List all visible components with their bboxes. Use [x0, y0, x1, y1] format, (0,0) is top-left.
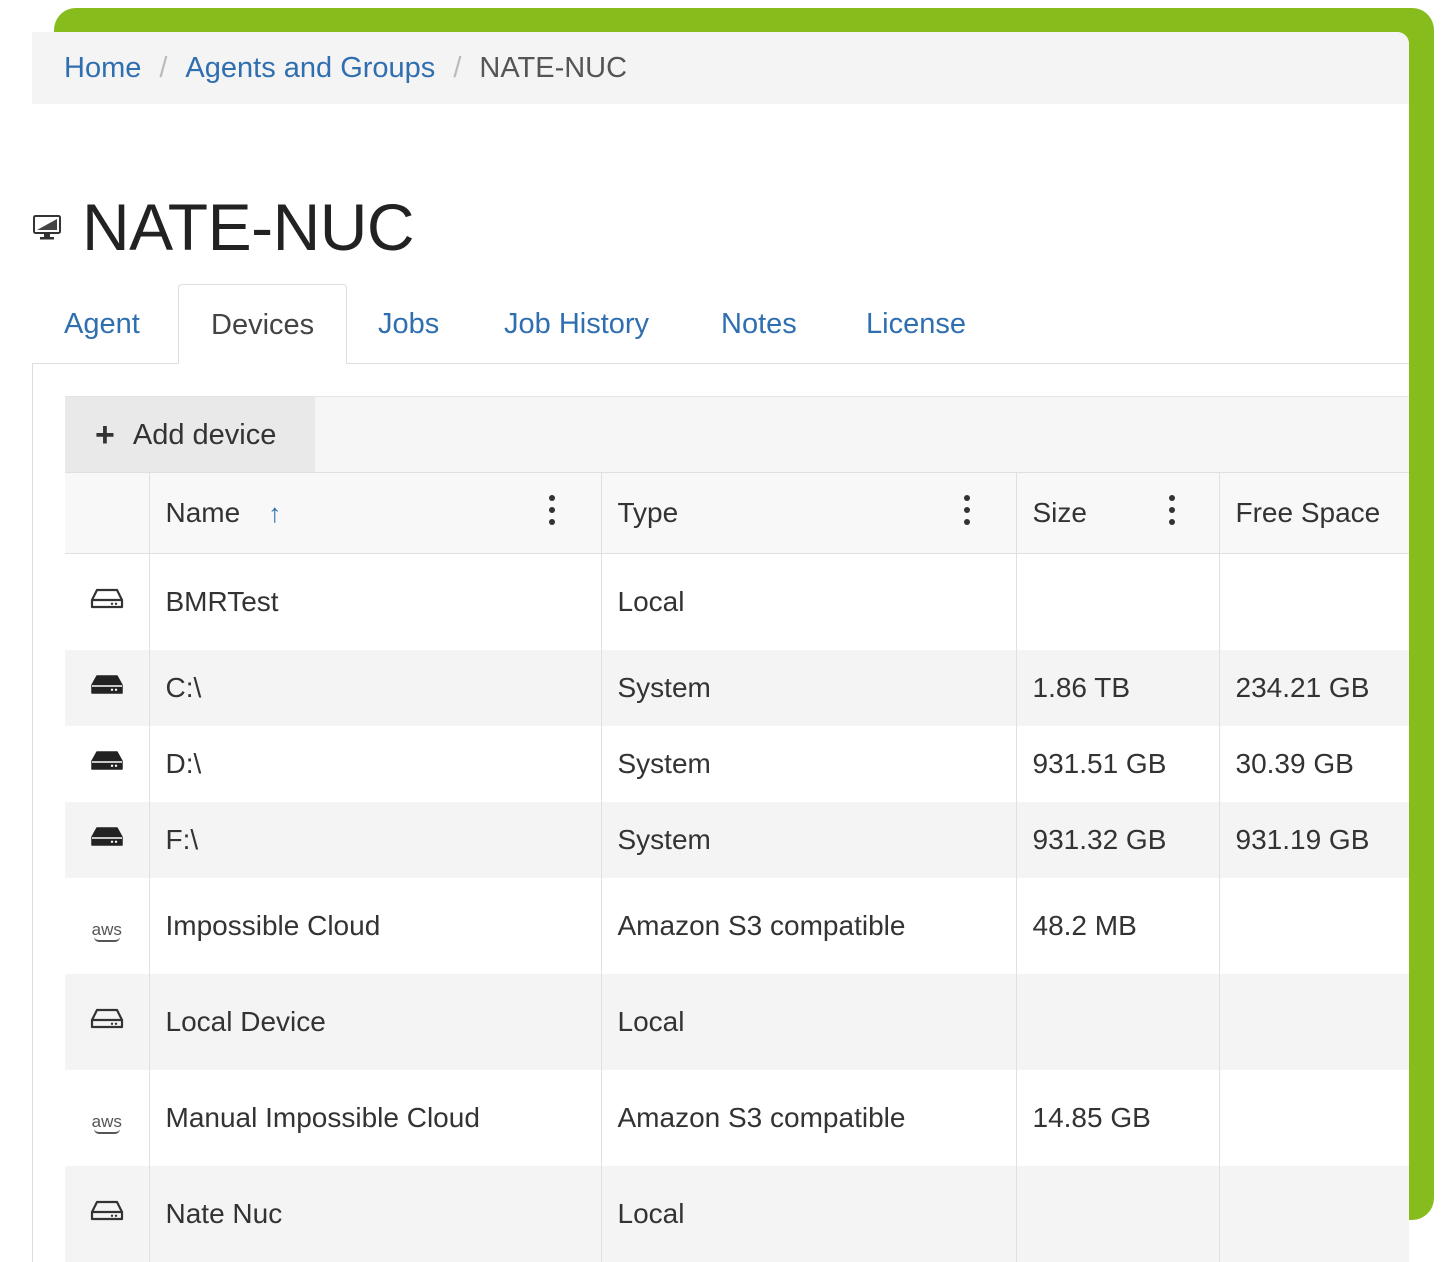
tab-license[interactable]: License — [866, 284, 966, 364]
device-free-space-cell: 931.19 GB — [1219, 802, 1409, 878]
device-free-space-cell — [1219, 974, 1409, 1070]
plus-icon: + — [95, 416, 115, 454]
breadcrumb-home[interactable]: Home — [64, 52, 141, 85]
device-size-cell: 1.86 TB — [1016, 650, 1220, 726]
device-icon-cell: aws — [65, 1070, 150, 1166]
breadcrumb-separator: / — [453, 51, 462, 84]
hdd-solid-icon — [89, 748, 125, 779]
device-free-space-cell — [1219, 878, 1409, 974]
tab-job-history[interactable]: Job History — [504, 284, 649, 364]
device-free-space-cell — [1219, 554, 1409, 651]
hdd-outline-icon — [89, 1198, 125, 1229]
device-type-cell: Amazon S3 compatible — [601, 878, 1017, 974]
column-header-size-label: Size — [1032, 497, 1087, 528]
device-type-cell: System — [601, 650, 1017, 726]
device-name-cell: Impossible Cloud — [149, 878, 602, 974]
device-size-cell: 931.51 GB — [1016, 726, 1220, 802]
tab-jobs[interactable]: Jobs — [378, 284, 439, 364]
breadcrumb-current: NATE-NUC — [479, 51, 628, 84]
hdd-outline-icon — [89, 586, 125, 617]
table-row[interactable]: D:\ System 931.51 GB 30.39 GB — [65, 726, 1409, 802]
tab-agent[interactable]: Agent — [64, 284, 140, 364]
breadcrumb-separator: / — [159, 51, 168, 84]
column-header-type[interactable]: Type — [601, 472, 1017, 554]
table-row[interactable]: BMRTest Local — [65, 553, 1409, 651]
column-header-name-label: Name — [165, 497, 241, 528]
device-name-cell: Local Device — [149, 974, 602, 1070]
table-header-row: Name ↑ Type Size Free Space — [65, 472, 1409, 554]
table-row[interactable]: F:\ System 931.32 GB 931.19 GB — [65, 802, 1409, 878]
device-free-space-cell — [1219, 1070, 1409, 1166]
table-row[interactable]: C:\ System 1.86 TB 234.21 GB — [65, 650, 1409, 726]
device-free-space-cell — [1219, 1166, 1409, 1262]
tab-notes[interactable]: Notes — [721, 284, 797, 364]
hdd-solid-icon — [89, 672, 125, 703]
device-name-cell: D:\ — [149, 726, 602, 802]
device-icon-cell — [65, 974, 150, 1070]
aws-icon: aws — [91, 920, 122, 942]
device-type-cell: Local — [601, 1166, 1017, 1262]
column-header-type-label: Type — [617, 497, 679, 528]
device-size-cell — [1016, 974, 1220, 1070]
column-menu-icon[interactable] — [1168, 495, 1175, 525]
hdd-solid-icon — [89, 824, 125, 855]
table-row[interactable]: Local Device Local — [65, 974, 1409, 1070]
add-device-button[interactable]: + Add device — [65, 397, 315, 473]
device-icon-cell — [65, 650, 150, 726]
table-row[interactable]: aws Impossible Cloud Amazon S3 compatible 4… — [65, 878, 1409, 974]
page-title: NATE-NUC — [82, 190, 415, 264]
device-type-cell: System — [601, 802, 1017, 878]
breadcrumb: Home / Agents and Groups / NATE-NUC — [32, 32, 1409, 104]
tab-bar: Agent Devices Jobs Job History Notes Lic… — [32, 284, 1409, 364]
device-name-cell: Manual Impossible Cloud — [149, 1070, 602, 1166]
table-row[interactable]: aws Manual Impossible Cloud Amazon S3 comp… — [65, 1070, 1409, 1166]
devices-table: Name ↑ Type Size Free Space BMRTest Loca… — [65, 472, 1409, 1262]
device-icon-cell — [65, 1166, 150, 1262]
devices-content: + Add device Name ↑ Type Size Free Space… — [32, 364, 1409, 1262]
computer-icon — [33, 215, 61, 240]
sort-ascending-icon[interactable]: ↑ — [268, 498, 281, 529]
device-type-cell: Local — [601, 553, 1017, 650]
device-size-cell — [1016, 1166, 1220, 1262]
device-name-cell: BMRTest — [149, 553, 602, 650]
main-panel: Home / Agents and Groups / NATE-NUC NATE… — [32, 32, 1409, 1262]
device-free-space-cell: 30.39 GB — [1235, 748, 1354, 779]
hdd-outline-icon — [89, 1006, 125, 1037]
column-header-free-space[interactable]: Free Space — [1219, 472, 1409, 554]
device-size-cell: 48.2 MB — [1016, 878, 1220, 974]
aws-icon: aws — [91, 1112, 122, 1134]
device-type-cell: System — [601, 726, 1017, 802]
device-name-cell: F:\ — [149, 802, 602, 878]
column-header-name[interactable]: Name ↑ — [149, 472, 602, 554]
column-header-size[interactable]: Size — [1016, 472, 1220, 554]
device-icon-cell — [65, 553, 150, 650]
add-device-label: Add device — [132, 418, 277, 451]
column-menu-icon[interactable] — [963, 495, 970, 525]
device-name-cell: C:\ — [149, 650, 602, 726]
device-icon-cell — [65, 726, 150, 802]
device-type-cell: Amazon S3 compatible — [601, 1070, 1017, 1166]
device-free-space-cell: 234.21 GB — [1219, 650, 1409, 726]
column-menu-icon[interactable] — [548, 495, 555, 525]
device-type-cell: Local — [601, 974, 1017, 1070]
device-size-cell — [1016, 553, 1220, 650]
device-name-cell: Nate Nuc — [149, 1166, 602, 1262]
title-row: NATE-NUC — [32, 182, 415, 272]
breadcrumb-agents-and-groups[interactable]: Agents and Groups — [185, 52, 435, 85]
device-icon-cell — [65, 802, 150, 878]
table-row[interactable]: Nate Nuc Local — [65, 1166, 1409, 1262]
device-size-cell: 931.32 GB — [1016, 802, 1220, 878]
device-size-cell: 14.85 GB — [1016, 1070, 1220, 1166]
devices-toolbar: + Add device — [65, 396, 1409, 473]
column-header-free-space-label: Free Space — [1235, 497, 1381, 528]
column-header-icon — [65, 472, 150, 554]
tab-devices[interactable]: Devices — [178, 284, 348, 364]
device-icon-cell: aws — [65, 878, 150, 974]
